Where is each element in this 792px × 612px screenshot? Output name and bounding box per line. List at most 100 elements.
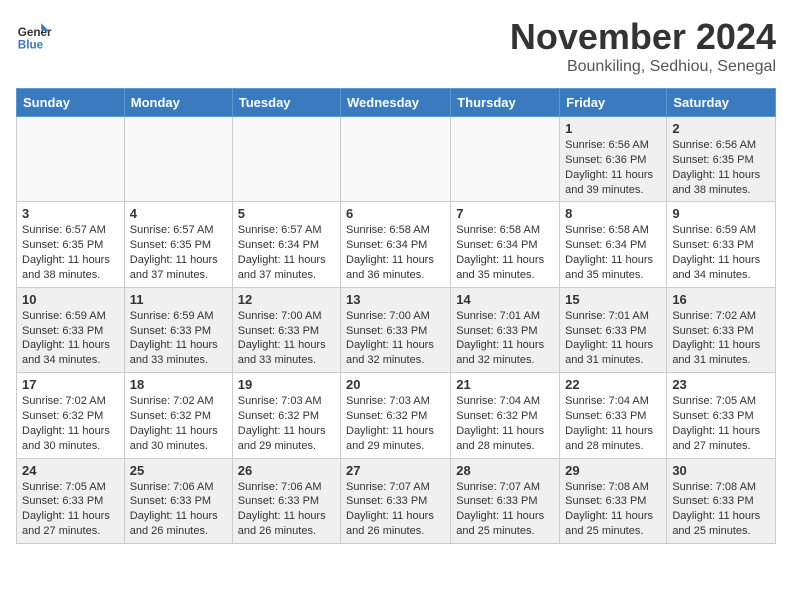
day-number: 14	[456, 292, 554, 307]
calendar-cell: 29 Sunrise: 7:08 AM Sunset: 6:33 PM Dayli…	[560, 458, 667, 543]
calendar-cell: 13 Sunrise: 7:00 AM Sunset: 6:33 PM Dayli…	[341, 287, 451, 372]
cell-info: Sunrise: 6:56 AM Sunset: 6:36 PM Dayligh…	[565, 138, 661, 197]
day-number: 13	[346, 292, 445, 307]
cell-info: Sunrise: 7:08 AM Sunset: 6:33 PM Dayligh…	[672, 480, 770, 539]
day-number: 26	[238, 463, 335, 478]
calendar-cell: 11 Sunrise: 6:59 AM Sunset: 6:33 PM Dayli…	[124, 287, 232, 372]
cell-info: Sunrise: 6:58 AM Sunset: 6:34 PM Dayligh…	[346, 223, 445, 282]
weekday-header-friday: Friday	[560, 89, 667, 117]
svg-text:Blue: Blue	[18, 38, 44, 51]
day-number: 22	[565, 377, 661, 392]
calendar-header-row: SundayMondayTuesdayWednesdayThursdayFrid…	[17, 89, 776, 117]
calendar-cell: 1 Sunrise: 6:56 AM Sunset: 6:36 PM Daylig…	[560, 117, 667, 202]
day-number: 16	[672, 292, 770, 307]
svg-text:General: General	[18, 26, 52, 39]
calendar-cell: 27Sunrise: 7:07 AM Sunset: 6:33 PM Dayli…	[341, 458, 451, 543]
cell-info: Sunrise: 6:57 AM Sunset: 6:35 PM Dayligh…	[130, 223, 227, 282]
calendar-cell: 3 Sunrise: 6:57 AM Sunset: 6:35 PM Daylig…	[17, 202, 125, 287]
weekday-header-wednesday: Wednesday	[341, 89, 451, 117]
cell-info: Sunrise: 7:02 AM Sunset: 6:32 PM Dayligh…	[22, 394, 119, 453]
calendar-cell: 24 Sunrise: 7:05 AM Sunset: 6:33 PM Dayli…	[17, 458, 125, 543]
day-number: 11	[130, 292, 227, 307]
cell-info: Sunrise: 7:05 AM Sunset: 6:33 PM Dayligh…	[672, 394, 770, 453]
day-number: 12	[238, 292, 335, 307]
cell-info: Sunrise: 7:01 AM Sunset: 6:33 PM Dayligh…	[565, 309, 661, 368]
calendar-cell: 30 Sunrise: 7:08 AM Sunset: 6:33 PM Dayli…	[667, 458, 776, 543]
cell-info: Sunrise: 6:59 AM Sunset: 6:33 PM Dayligh…	[22, 309, 119, 368]
calendar-cell: 10 Sunrise: 6:59 AM Sunset: 6:33 PM Dayli…	[17, 287, 125, 372]
day-number: 2	[672, 121, 770, 136]
cell-info: Sunrise: 7:02 AM Sunset: 6:32 PM Dayligh…	[130, 394, 227, 453]
cell-info: Sunrise: 7:03 AM Sunset: 6:32 PM Dayligh…	[238, 394, 335, 453]
calendar-cell: 9 Sunrise: 6:59 AM Sunset: 6:33 PM Daylig…	[667, 202, 776, 287]
calendar-cell: 18 Sunrise: 7:02 AM Sunset: 6:32 PM Dayli…	[124, 373, 232, 458]
cell-info: Sunrise: 7:05 AM Sunset: 6:33 PM Dayligh…	[22, 480, 119, 539]
month-title: November 2024	[510, 16, 776, 58]
weekday-header-tuesday: Tuesday	[232, 89, 340, 117]
cell-info: Sunrise: 7:07 AM Sunset: 6:33 PM Dayligh…	[456, 480, 554, 539]
calendar-cell	[124, 117, 232, 202]
day-number: 30	[672, 463, 770, 478]
day-number: 6	[346, 206, 445, 221]
weekday-header-monday: Monday	[124, 89, 232, 117]
logo: General Blue	[16, 16, 52, 52]
cell-info: Sunrise: 7:00 AM Sunset: 6:33 PM Dayligh…	[346, 309, 445, 368]
day-number: 29	[565, 463, 661, 478]
calendar-cell: 16Sunrise: 7:02 AM Sunset: 6:33 PM Dayli…	[667, 287, 776, 372]
day-number: 3	[22, 206, 119, 221]
calendar-cell: 4 Sunrise: 6:57 AM Sunset: 6:35 PM Daylig…	[124, 202, 232, 287]
day-number: 20	[346, 377, 445, 392]
calendar-week-row: 3 Sunrise: 6:57 AM Sunset: 6:35 PM Daylig…	[17, 202, 776, 287]
calendar-cell: 21Sunrise: 7:04 AM Sunset: 6:32 PM Dayli…	[451, 373, 560, 458]
calendar-cell: 26 Sunrise: 7:06 AM Sunset: 6:33 PM Dayli…	[232, 458, 340, 543]
calendar-cell: 19Sunrise: 7:03 AM Sunset: 6:32 PM Dayli…	[232, 373, 340, 458]
cell-info: Sunrise: 6:57 AM Sunset: 6:35 PM Dayligh…	[22, 223, 119, 282]
day-number: 4	[130, 206, 227, 221]
cell-info: Sunrise: 6:59 AM Sunset: 6:33 PM Dayligh…	[130, 309, 227, 368]
calendar-cell: 17 Sunrise: 7:02 AM Sunset: 6:32 PM Dayli…	[17, 373, 125, 458]
calendar-cell: 12Sunrise: 7:00 AM Sunset: 6:33 PM Dayli…	[232, 287, 340, 372]
calendar-week-row: 10 Sunrise: 6:59 AM Sunset: 6:33 PM Dayli…	[17, 287, 776, 372]
calendar-cell: 14 Sunrise: 7:01 AM Sunset: 6:33 PM Dayli…	[451, 287, 560, 372]
cell-info: Sunrise: 7:08 AM Sunset: 6:33 PM Dayligh…	[565, 480, 661, 539]
cell-info: Sunrise: 7:01 AM Sunset: 6:33 PM Dayligh…	[456, 309, 554, 368]
calendar-table: SundayMondayTuesdayWednesdayThursdayFrid…	[16, 88, 776, 544]
cell-info: Sunrise: 6:59 AM Sunset: 6:33 PM Dayligh…	[672, 223, 770, 282]
day-number: 28	[456, 463, 554, 478]
calendar-cell	[17, 117, 125, 202]
calendar-week-row: 17 Sunrise: 7:02 AM Sunset: 6:32 PM Dayli…	[17, 373, 776, 458]
calendar-cell: 2 Sunrise: 6:56 AM Sunset: 6:35 PM Daylig…	[667, 117, 776, 202]
day-number: 5	[238, 206, 335, 221]
cell-info: Sunrise: 7:07 AM Sunset: 6:33 PM Dayligh…	[346, 480, 445, 539]
logo-icon: General Blue	[16, 16, 52, 52]
calendar-cell	[232, 117, 340, 202]
day-number: 18	[130, 377, 227, 392]
weekday-header-thursday: Thursday	[451, 89, 560, 117]
cell-info: Sunrise: 6:58 AM Sunset: 6:34 PM Dayligh…	[565, 223, 661, 282]
cell-info: Sunrise: 7:03 AM Sunset: 6:32 PM Dayligh…	[346, 394, 445, 453]
day-number: 10	[22, 292, 119, 307]
day-number: 23	[672, 377, 770, 392]
cell-info: Sunrise: 6:56 AM Sunset: 6:35 PM Dayligh…	[672, 138, 770, 197]
calendar-cell: 28 Sunrise: 7:07 AM Sunset: 6:33 PM Dayli…	[451, 458, 560, 543]
cell-info: Sunrise: 7:06 AM Sunset: 6:33 PM Dayligh…	[130, 480, 227, 539]
calendar-cell: 20 Sunrise: 7:03 AM Sunset: 6:32 PM Dayli…	[341, 373, 451, 458]
day-number: 17	[22, 377, 119, 392]
day-number: 1	[565, 121, 661, 136]
calendar-cell: 23 Sunrise: 7:05 AM Sunset: 6:33 PM Dayli…	[667, 373, 776, 458]
day-number: 9	[672, 206, 770, 221]
calendar-cell: 25Sunrise: 7:06 AM Sunset: 6:33 PM Dayli…	[124, 458, 232, 543]
day-number: 7	[456, 206, 554, 221]
day-number: 8	[565, 206, 661, 221]
calendar-week-row: 1 Sunrise: 6:56 AM Sunset: 6:36 PM Daylig…	[17, 117, 776, 202]
day-number: 21	[456, 377, 554, 392]
cell-info: Sunrise: 7:06 AM Sunset: 6:33 PM Dayligh…	[238, 480, 335, 539]
cell-info: Sunrise: 6:58 AM Sunset: 6:34 PM Dayligh…	[456, 223, 554, 282]
calendar-cell: 7 Sunrise: 6:58 AM Sunset: 6:34 PM Daylig…	[451, 202, 560, 287]
day-number: 24	[22, 463, 119, 478]
page-header: General Blue November 2024 Bounkiling, S…	[16, 16, 776, 76]
calendar-cell	[451, 117, 560, 202]
cell-info: Sunrise: 7:04 AM Sunset: 6:33 PM Dayligh…	[565, 394, 661, 453]
weekday-header-sunday: Sunday	[17, 89, 125, 117]
location-title: Bounkiling, Sedhiou, Senegal	[510, 58, 776, 76]
